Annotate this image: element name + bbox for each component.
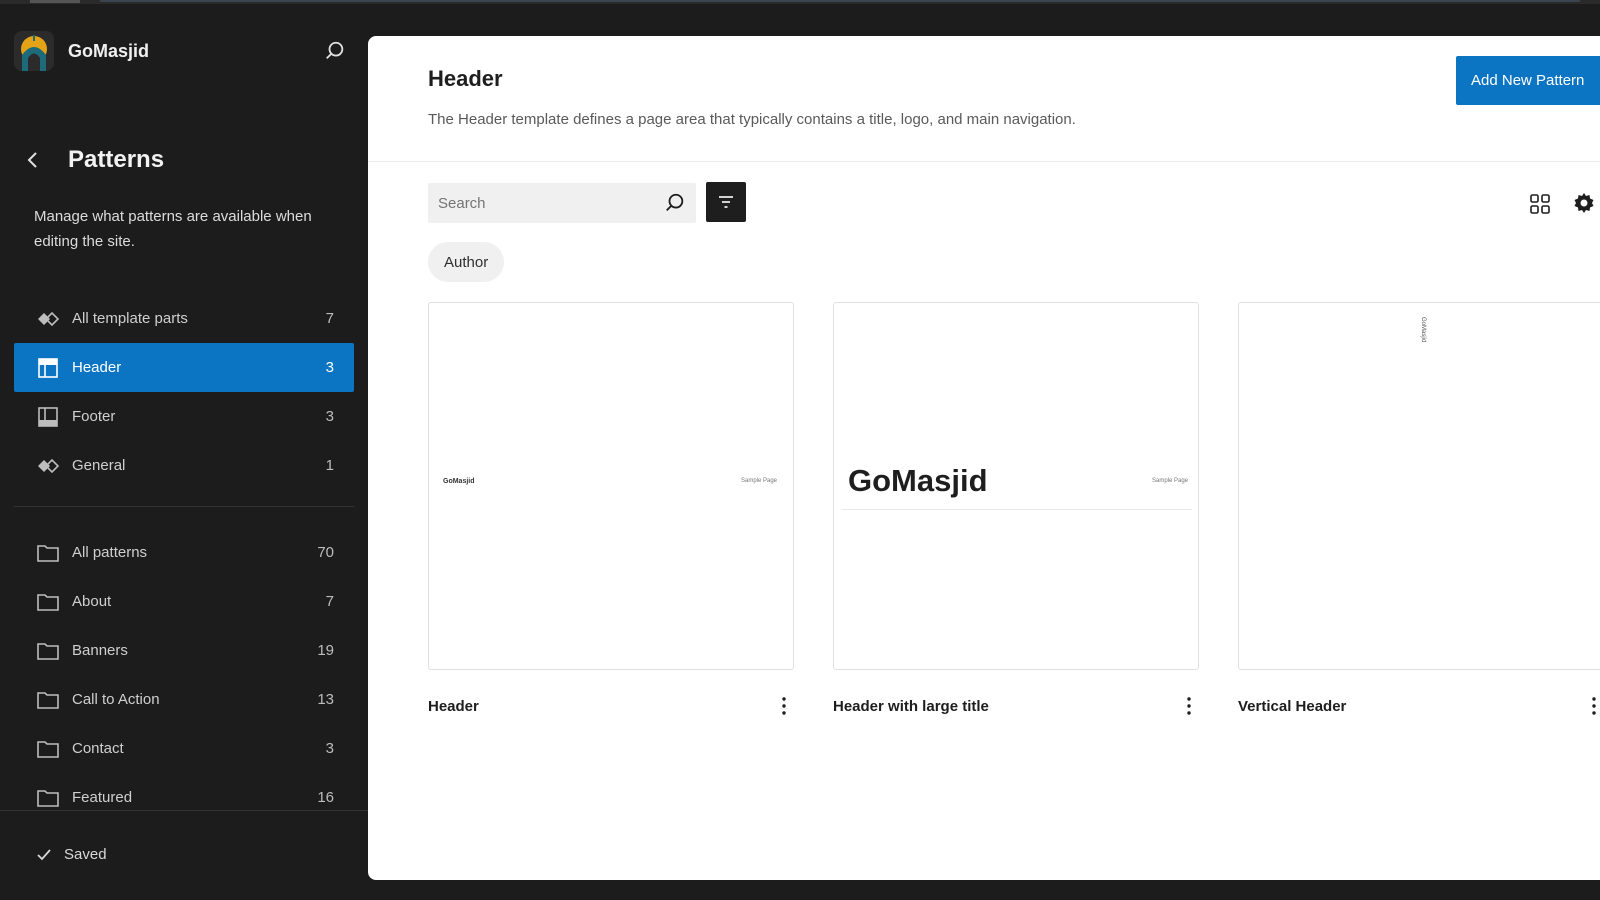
- template-parts-list: All template parts 7 Header 3 Footer 3 G…: [14, 294, 354, 490]
- site-header: GoMasjid: [14, 30, 354, 72]
- diamond-icon: [36, 307, 60, 331]
- sidebar-item-about[interactable]: About 7: [14, 577, 354, 626]
- section-description: Manage what patterns are available when …: [34, 208, 312, 250]
- sidebar-item-all-patterns[interactable]: All patterns 70: [14, 528, 354, 577]
- pattern-card: GoMasjid Sample Page Header: [428, 302, 794, 715]
- author-filter-chip[interactable]: Author: [428, 242, 505, 282]
- pattern-meta: Header with large title: [833, 694, 1199, 718]
- sidebar-footer-divider: [0, 810, 368, 811]
- preview-site-title: GoMasjid: [443, 478, 475, 485]
- search-input[interactable]: [428, 194, 648, 212]
- sidebar-item-call-to-action[interactable]: Call to Action 13: [14, 675, 354, 724]
- more-options-icon[interactable]: [1179, 694, 1199, 718]
- folder-icon: [36, 786, 60, 810]
- search-box: [428, 183, 696, 223]
- save-status-label: Saved: [64, 846, 107, 863]
- section-title: Patterns: [68, 146, 165, 173]
- diamond-icon: [36, 454, 60, 478]
- back-chevron-icon[interactable]: [26, 147, 44, 173]
- site-logo[interactable]: [14, 31, 54, 71]
- pattern-title[interactable]: Header with large title: [833, 698, 989, 715]
- pattern-preview[interactable]: GoMasjid: [1238, 302, 1600, 670]
- gear-icon[interactable]: [1572, 191, 1596, 215]
- pattern-preview[interactable]: GoMasjid Sample Page: [833, 302, 1199, 670]
- pattern-meta: Vertical Header: [1238, 694, 1600, 718]
- folder-icon: [36, 737, 60, 761]
- preview-nav-link: Sample Page: [1152, 478, 1189, 484]
- save-status: Saved: [36, 846, 107, 863]
- pattern-meta: Header: [428, 694, 794, 718]
- page-title: Header: [428, 66, 503, 91]
- sidebar-item-featured[interactable]: Featured 16: [14, 773, 354, 822]
- sidebar-item-general[interactable]: General 1: [14, 441, 354, 490]
- page-description: The Header template defines a page area …: [428, 111, 1076, 128]
- more-options-icon[interactable]: [1584, 694, 1600, 718]
- sidebar-nav-header: Patterns: [26, 146, 164, 174]
- folder-icon: [36, 541, 60, 565]
- preview-site-title: GoMasjid: [848, 463, 988, 498]
- sidebar-item-contact[interactable]: Contact 3: [14, 724, 354, 773]
- search-icon[interactable]: [664, 192, 686, 219]
- preview-nav-link: Sample Page: [741, 478, 778, 484]
- footer-layout-icon: [36, 405, 60, 429]
- check-icon: [37, 848, 51, 860]
- pattern-card: GoMasjid Vertical Header: [1238, 302, 1600, 715]
- sidebar-item-footer[interactable]: Footer 3: [14, 392, 354, 441]
- add-new-pattern-button[interactable]: Add New Pattern: [1456, 56, 1600, 105]
- pattern-preview[interactable]: GoMasjid Sample Page: [428, 302, 794, 670]
- sidebar-item-all-template-parts[interactable]: All template parts 7: [14, 294, 354, 343]
- sidebar: GoMasjid Patterns Manage what patterns a…: [0, 0, 368, 900]
- pattern-card: GoMasjid Sample Page Header with large t…: [833, 302, 1199, 715]
- main-panel: Header The Header template defines a pag…: [368, 36, 1600, 880]
- header-layout-icon: [36, 356, 60, 380]
- page-header: Header The Header template defines a pag…: [368, 36, 1600, 162]
- search-icon[interactable]: [324, 40, 346, 62]
- sidebar-divider: [14, 506, 354, 507]
- grid-view-icon[interactable]: [1528, 192, 1552, 216]
- preview-divider: [842, 509, 1192, 510]
- pattern-title[interactable]: Vertical Header: [1238, 698, 1346, 715]
- more-options-icon[interactable]: [774, 694, 794, 718]
- pattern-title[interactable]: Header: [428, 698, 479, 715]
- site-name[interactable]: GoMasjid: [68, 41, 149, 62]
- filter-icon: [719, 196, 733, 208]
- folder-icon: [36, 639, 60, 663]
- sidebar-item-header[interactable]: Header 3: [14, 343, 354, 392]
- filter-button[interactable]: [706, 182, 746, 222]
- sidebar-item-banners[interactable]: Banners 19: [14, 626, 354, 675]
- folder-icon: [36, 590, 60, 614]
- mosque-logo-icon: [14, 31, 54, 71]
- pattern-categories-list: All patterns 70 About 7 Banners 19 Call …: [14, 528, 354, 822]
- preview-site-title: GoMasjid: [1420, 317, 1426, 343]
- folder-icon: [36, 688, 60, 712]
